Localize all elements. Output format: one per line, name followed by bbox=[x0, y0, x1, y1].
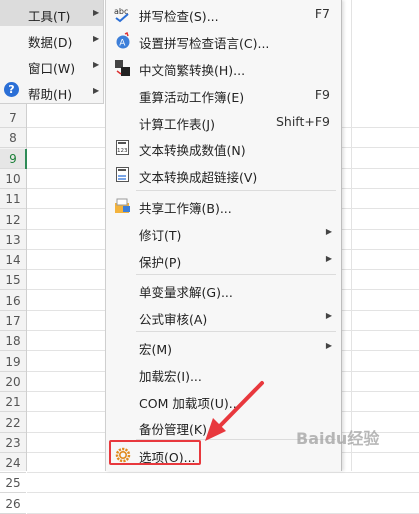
chevron-right-icon: ▶ bbox=[325, 227, 332, 236]
row-number[interactable]: 23 bbox=[0, 433, 26, 453]
row-number[interactable]: 11 bbox=[0, 189, 26, 209]
menu-item-share-workbook[interactable]: 共享工作簿(B)... bbox=[106, 192, 342, 219]
menu-help[interactable]: ? 帮助(H) ▶ bbox=[0, 78, 103, 104]
share-workbook-icon bbox=[114, 197, 132, 215]
main-menu-panel: 工具(T) ▶ 数据(D) ▶ 窗口(W) ▶ ? 帮助(H) ▶ bbox=[0, 0, 104, 104]
menu-item-spell-language[interactable]: A 设置拼写检查语言(C)... bbox=[106, 27, 342, 54]
menu-data[interactable]: 数据(D) ▶ bbox=[0, 26, 103, 52]
menu-item-chinese-convert[interactable]: 中文简繁转换(H)... bbox=[106, 54, 342, 81]
shortcut-text: F9 bbox=[314, 87, 330, 102]
chevron-right-icon: ▶ bbox=[93, 34, 100, 43]
menu-item-add-ins[interactable]: 加载宏(I)... bbox=[106, 360, 342, 387]
menu-data-label: 数据(D) bbox=[28, 35, 73, 50]
language-icon: A bbox=[114, 31, 132, 50]
menu-item-label: 单变量求解(G)... bbox=[139, 285, 233, 300]
menu-separator bbox=[136, 274, 336, 275]
chevron-right-icon: ▶ bbox=[325, 311, 332, 320]
menu-item-text-to-link[interactable]: 文本转换成超链接(V) bbox=[106, 161, 342, 188]
options-highlight-box bbox=[109, 440, 201, 465]
menu-item-macro[interactable]: 宏(M) ▶ bbox=[106, 333, 342, 360]
menu-item-label: 宏(M) bbox=[139, 342, 173, 357]
menu-item-label: 备份管理(K) bbox=[139, 422, 207, 437]
menu-item-label: 文本转换成数值(N) bbox=[139, 143, 246, 158]
row-number[interactable]: 12 bbox=[0, 210, 26, 230]
help-icon: ? bbox=[4, 82, 19, 97]
row-number[interactable]: 13 bbox=[0, 230, 26, 250]
menu-window[interactable]: 窗口(W) ▶ bbox=[0, 52, 103, 78]
row-number[interactable]: 15 bbox=[0, 270, 26, 290]
grid-line bbox=[27, 492, 419, 493]
row-number[interactable]: 21 bbox=[0, 392, 26, 412]
menu-item-label: COM 加载项(U)... bbox=[139, 396, 241, 411]
menu-tools[interactable]: 工具(T) ▶ bbox=[0, 0, 103, 26]
watermark-text: Baidu经验 bbox=[296, 429, 380, 448]
row-number[interactable]: 14 bbox=[0, 250, 26, 270]
chinese-convert-icon bbox=[114, 59, 132, 77]
menu-tools-label: 工具(T) bbox=[28, 9, 71, 24]
row-number[interactable]: 17 bbox=[0, 311, 26, 331]
menu-item-formula-audit[interactable]: 公式审核(A) ▶ bbox=[106, 303, 342, 330]
text-to-number-glyph: 123 bbox=[117, 148, 128, 154]
row-number[interactable]: 22 bbox=[0, 413, 26, 433]
row-number[interactable]: 24 bbox=[0, 453, 26, 473]
menu-item-label: 文本转换成超链接(V) bbox=[139, 170, 258, 185]
menu-item-text-to-number[interactable]: 123 文本转换成数值(N) bbox=[106, 134, 342, 161]
shortcut-text: F7 bbox=[314, 6, 330, 21]
row-number[interactable]: 9 bbox=[0, 149, 27, 169]
chevron-right-icon: ▶ bbox=[325, 254, 332, 263]
menu-item-calculate-sheet[interactable]: 计算工作表(J) Shift+F9 bbox=[106, 108, 342, 135]
chevron-right-icon: ▶ bbox=[93, 60, 100, 69]
menu-help-label: 帮助(H) bbox=[28, 87, 73, 102]
menu-item-label: 中文简繁转换(H)... bbox=[139, 63, 246, 78]
menu-item-revisions[interactable]: 修订(T) ▶ bbox=[106, 219, 342, 246]
row-number[interactable]: 20 bbox=[0, 372, 26, 392]
spell-check-icon: abc bbox=[114, 5, 132, 23]
menu-separator bbox=[136, 190, 336, 191]
menu-item-label: 拼写检查(S)... bbox=[139, 9, 219, 24]
row-number[interactable]: 18 bbox=[0, 331, 26, 351]
column-divider bbox=[351, 0, 352, 471]
chevron-right-icon: ▶ bbox=[93, 8, 100, 17]
svg-text:A: A bbox=[119, 39, 126, 49]
row-number[interactable]: 8 bbox=[0, 128, 26, 148]
chevron-right-icon: ▶ bbox=[93, 86, 100, 95]
menu-item-label: 加载宏(I)... bbox=[139, 369, 202, 384]
menu-item-label: 修订(T) bbox=[139, 228, 182, 243]
menu-item-label: 共享工作簿(B)... bbox=[139, 201, 232, 216]
row-number[interactable]: 19 bbox=[0, 352, 26, 372]
menu-item-label: 公式审核(A) bbox=[139, 312, 208, 327]
menu-item-label: 计算工作表(J) bbox=[139, 117, 215, 132]
row-number[interactable]: 25 bbox=[0, 473, 26, 493]
menu-item-label: 重算活动工作簿(E) bbox=[139, 90, 245, 105]
menu-item-recalculate-workbook[interactable]: 重算活动工作簿(E) F9 bbox=[106, 81, 342, 108]
row-number[interactable]: 10 bbox=[0, 169, 26, 189]
menu-item-label: 保护(P) bbox=[139, 255, 182, 270]
menu-item-spell-check[interactable]: abc 拼写检查(S)... F7 bbox=[106, 0, 342, 27]
row-number[interactable]: 16 bbox=[0, 291, 26, 311]
row-number[interactable]: 7 bbox=[0, 108, 26, 128]
menu-item-com-add-ins[interactable]: COM 加载项(U)... bbox=[106, 387, 342, 414]
tools-dropdown-menu: abc 拼写检查(S)... F7 A 设置拼写检查语言(C)... 中文简繁转… bbox=[105, 0, 342, 471]
menu-window-label: 窗口(W) bbox=[28, 61, 76, 76]
text-to-number-icon: 123 bbox=[114, 139, 132, 157]
menu-separator bbox=[136, 331, 336, 332]
row-number[interactable]: 26 bbox=[0, 494, 26, 514]
menu-item-protect[interactable]: 保护(P) ▶ bbox=[106, 246, 342, 273]
shortcut-text: Shift+F9 bbox=[275, 114, 330, 129]
menu-item-goal-seek[interactable]: 单变量求解(G)... bbox=[106, 276, 342, 303]
text-to-link-icon bbox=[114, 166, 132, 184]
chevron-right-icon: ▶ bbox=[325, 341, 332, 350]
menu-item-label: 设置拼写检查语言(C)... bbox=[139, 36, 270, 51]
grid-line bbox=[27, 472, 419, 473]
